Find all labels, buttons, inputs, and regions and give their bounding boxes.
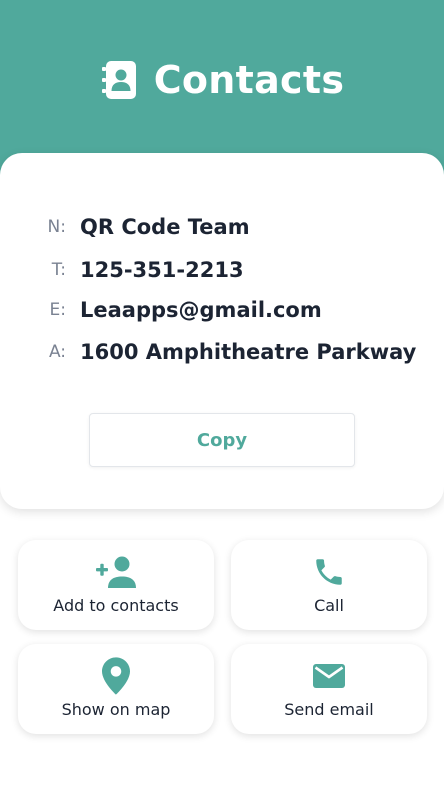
field-value-address: 1600 Amphitheatre Parkway <box>80 340 417 364</box>
contact-row-phone: T: 125-351-2213 <box>0 253 444 287</box>
contact-row-email: E: Leaapps@gmail.com <box>0 293 444 327</box>
page-title: Contacts <box>153 58 345 102</box>
field-value-phone: 125-351-2213 <box>80 258 244 282</box>
contact-row-address: A: 1600 Amphitheatre Parkway <box>0 335 444 369</box>
add-to-contacts-button[interactable]: Add to contacts <box>18 540 214 630</box>
action-icon-wrap <box>18 554 214 590</box>
action-label-call: Call <box>314 596 344 615</box>
action-icon-wrap <box>18 657 214 695</box>
action-icon-wrap <box>231 554 427 590</box>
contact-card: N: QR Code Team T: 125-351-2213 E: Leaap… <box>0 153 444 509</box>
send-email-button[interactable]: Send email <box>231 644 427 734</box>
mail-icon <box>313 664 345 688</box>
add-person-icon <box>96 556 136 588</box>
field-label-phone: T: <box>51 260 66 280</box>
action-label-add-contact: Add to contacts <box>53 596 179 615</box>
action-label-map: Show on map <box>61 700 171 719</box>
field-value-name: QR Code Team <box>80 215 250 239</box>
field-value-email: Leaapps@gmail.com <box>80 298 322 322</box>
header-title-group: Contacts <box>0 52 444 108</box>
map-pin-icon <box>102 657 130 695</box>
field-label-name: N: <box>47 217 66 237</box>
contacts-book-icon <box>101 61 136 99</box>
action-label-email: Send email <box>284 700 374 719</box>
field-label-email: E: <box>49 300 66 320</box>
action-icon-wrap <box>231 658 427 694</box>
phone-icon <box>316 559 342 585</box>
show-on-map-button[interactable]: Show on map <box>18 644 214 734</box>
contact-result-screen: Contacts N: QR Code Team T: 125-351-2213… <box>0 0 444 800</box>
call-button[interactable]: Call <box>231 540 427 630</box>
contact-row-name: N: QR Code Team <box>0 210 444 244</box>
field-label-address: A: <box>48 342 66 362</box>
copy-button[interactable]: Copy <box>89 413 355 467</box>
